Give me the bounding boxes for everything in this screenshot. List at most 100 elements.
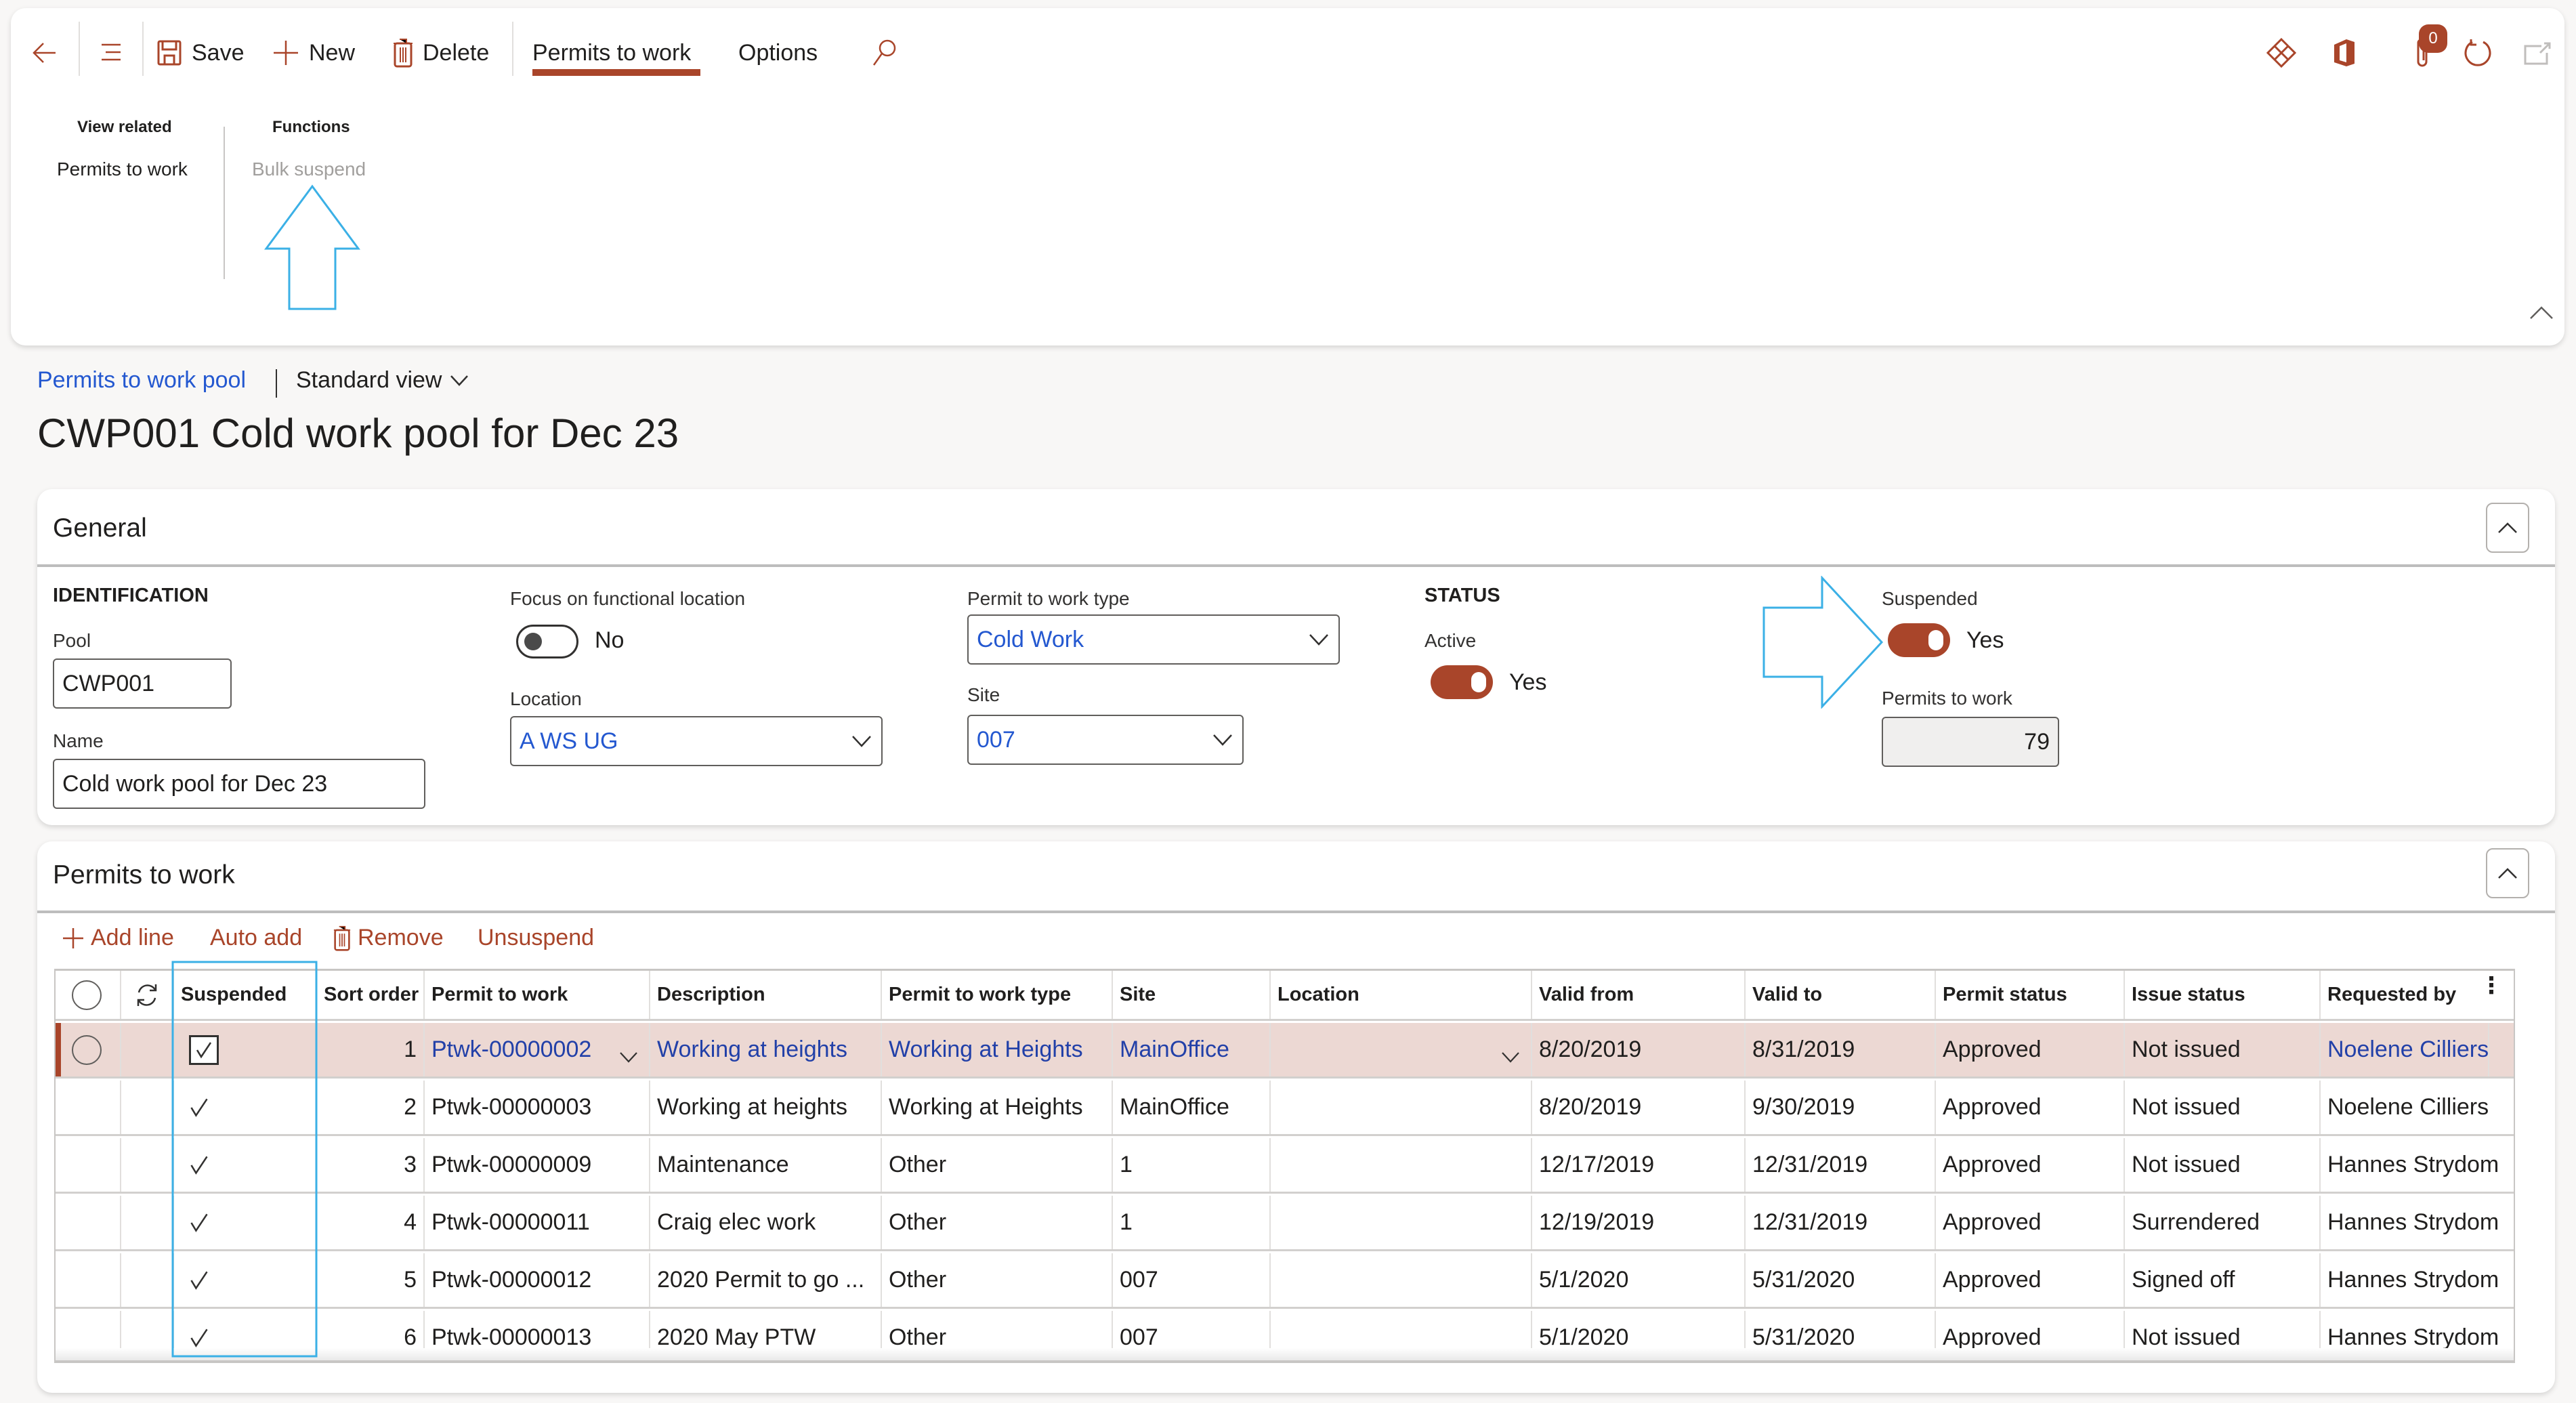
- cell-description[interactable]: Craig elec work: [650, 1196, 882, 1249]
- column-header-issue-status[interactable]: Issue status: [2125, 971, 2321, 1019]
- cell-requested-by[interactable]: Hannes Strydom: [2321, 1138, 2514, 1192]
- cell-issue-status[interactable]: Not issued: [2125, 1081, 2321, 1134]
- cell-description[interactable]: Working at heights: [650, 1023, 882, 1076]
- cell-site[interactable]: 007: [1113, 1253, 1271, 1307]
- cell-sort-order[interactable]: 4: [317, 1196, 425, 1249]
- name-field[interactable]: Cold work pool for Dec 23: [53, 759, 425, 809]
- menu-button[interactable]: [91, 33, 131, 73]
- cell-select[interactable]: [56, 1138, 121, 1192]
- focus-functional-location-toggle[interactable]: [516, 625, 578, 658]
- suspended-toggle[interactable]: [1888, 623, 1950, 657]
- cell-valid-to[interactable]: 12/31/2019: [1746, 1196, 1936, 1249]
- cell-permit-to-work[interactable]: Ptwk-00000003: [425, 1081, 650, 1134]
- cell-requested-by[interactable]: Hannes Strydom: [2321, 1253, 2514, 1307]
- add-line-button[interactable]: Add line: [62, 925, 174, 951]
- cell-permit-type[interactable]: Other: [882, 1253, 1113, 1307]
- active-toggle[interactable]: [1431, 665, 1493, 699]
- cell-site[interactable]: MainOffice: [1113, 1081, 1271, 1134]
- cell-suspended[interactable]: [174, 1253, 317, 1307]
- cell-requested-by[interactable]: Noelene Cilliers: [2321, 1023, 2489, 1076]
- auto-add-button[interactable]: Auto add: [210, 925, 302, 951]
- column-header-suspended[interactable]: Suspended: [174, 971, 317, 1019]
- grid-refresh-button[interactable]: [121, 971, 174, 1019]
- tab-options[interactable]: Options: [738, 34, 818, 72]
- cell-location[interactable]: [1271, 1081, 1532, 1134]
- cell-location[interactable]: [1271, 1196, 1532, 1249]
- chevron-down-icon[interactable]: [1501, 1043, 1520, 1070]
- cell-permit-status[interactable]: Approved: [1936, 1196, 2125, 1249]
- cell-description[interactable]: 2020 Permit to go ...: [650, 1253, 882, 1307]
- cell-select[interactable]: [56, 1081, 121, 1134]
- select-all-radio[interactable]: [56, 971, 121, 1019]
- collapse-action-pane-button[interactable]: [2521, 293, 2562, 333]
- delete-button[interactable]: Delete: [393, 34, 489, 72]
- cell-permit-status[interactable]: Approved: [1936, 1138, 2125, 1192]
- column-header-permit-type[interactable]: Permit to work type: [882, 971, 1113, 1019]
- cell-location[interactable]: [1271, 1023, 1532, 1076]
- permit-type-dropdown[interactable]: Cold Work: [967, 614, 1340, 665]
- cell-valid-from[interactable]: 8/20/2019: [1532, 1023, 1746, 1076]
- column-header-valid-from[interactable]: Valid from: [1532, 971, 1746, 1019]
- cell-sort-order[interactable]: 2: [317, 1081, 425, 1134]
- cell-requested-by[interactable]: Noelene Cilliers: [2321, 1081, 2514, 1134]
- cell-issue-status[interactable]: Surrendered: [2125, 1196, 2321, 1249]
- cell-permit-type[interactable]: Working at Heights: [882, 1023, 1113, 1076]
- power-apps-button[interactable]: [2261, 33, 2302, 73]
- cell-permit-to-work[interactable]: Ptwk-00000002: [425, 1023, 650, 1076]
- view-related-permits-to-work[interactable]: Permits to work: [57, 159, 188, 180]
- cell-issue-status[interactable]: Not issued: [2125, 1023, 2321, 1076]
- cell-refresh[interactable]: [121, 1081, 174, 1134]
- cell-permit-status[interactable]: Approved: [1936, 1253, 2125, 1307]
- collapse-permits-button[interactable]: [2486, 848, 2529, 898]
- horizontal-scrollbar[interactable]: [56, 1348, 2514, 1360]
- collapse-general-button[interactable]: [2486, 503, 2529, 553]
- cell-permit-type[interactable]: Other: [882, 1138, 1113, 1192]
- select-all-radio-icon[interactable]: [72, 980, 102, 1010]
- cell-site[interactable]: MainOffice: [1113, 1023, 1271, 1076]
- cell-valid-from[interactable]: 5/1/2020: [1532, 1253, 1746, 1307]
- table-row[interactable]: 3 Ptwk-00000009 Maintenance Other 1 12/17/201…: [56, 1138, 2514, 1194]
- cell-refresh[interactable]: [121, 1138, 174, 1192]
- column-header-site[interactable]: Site: [1113, 971, 1271, 1019]
- refresh-button[interactable]: [2457, 33, 2498, 73]
- row-select-radio[interactable]: [72, 1034, 102, 1065]
- cell-permit-type[interactable]: Other: [882, 1196, 1113, 1249]
- column-header-sort-order[interactable]: Sort order: [317, 971, 425, 1019]
- column-header-requested-by[interactable]: Requested by ⋮: [2321, 971, 2514, 1019]
- cell-suspended[interactable]: [174, 1138, 317, 1192]
- tab-permits-to-work[interactable]: Permits to work: [532, 34, 691, 72]
- column-header-description[interactable]: Description: [650, 971, 882, 1019]
- cell-refresh[interactable]: [121, 1023, 174, 1076]
- site-dropdown[interactable]: 007: [967, 715, 1244, 765]
- office-button[interactable]: [2323, 33, 2364, 73]
- cell-sort-order[interactable]: 1: [317, 1023, 425, 1076]
- cell-refresh[interactable]: [121, 1196, 174, 1249]
- table-row[interactable]: 2 Ptwk-00000003 Working at heights Working …: [56, 1081, 2514, 1136]
- cell-location[interactable]: [1271, 1253, 1532, 1307]
- cell-valid-to[interactable]: 8/31/2019: [1746, 1023, 1936, 1076]
- open-new-window-button[interactable]: [2517, 33, 2558, 73]
- location-dropdown[interactable]: A WS UG: [510, 716, 883, 766]
- cell-valid-to[interactable]: 5/31/2020: [1746, 1253, 1936, 1307]
- cell-permit-status[interactable]: Approved: [1936, 1081, 2125, 1134]
- cell-permit-to-work[interactable]: Ptwk-00000011: [425, 1196, 650, 1249]
- cell-issue-status[interactable]: Not issued: [2125, 1138, 2321, 1192]
- pool-field[interactable]: CWP001: [53, 658, 232, 709]
- suspended-checkbox[interactable]: [189, 1034, 219, 1065]
- cell-description[interactable]: Working at heights: [650, 1081, 882, 1134]
- back-button[interactable]: [24, 33, 65, 73]
- table-row[interactable]: 4 Ptwk-00000011 Craig elec work Other 1 12/19…: [56, 1196, 2514, 1251]
- view-selector[interactable]: Standard view: [296, 367, 469, 394]
- general-section-title[interactable]: General: [53, 514, 147, 543]
- cell-sort-order[interactable]: 5: [317, 1253, 425, 1307]
- cell-site[interactable]: 1: [1113, 1196, 1271, 1249]
- cell-suspended[interactable]: [174, 1081, 317, 1134]
- cell-select[interactable]: [56, 1253, 121, 1307]
- remove-button[interactable]: Remove: [333, 925, 444, 951]
- cell-description[interactable]: Maintenance: [650, 1138, 882, 1192]
- cell-site[interactable]: 1: [1113, 1138, 1271, 1192]
- cell-permit-to-work[interactable]: Ptwk-00000012: [425, 1253, 650, 1307]
- cell-select[interactable]: [56, 1196, 121, 1249]
- cell-location[interactable]: [1271, 1138, 1532, 1192]
- cell-valid-from[interactable]: 8/20/2019: [1532, 1081, 1746, 1134]
